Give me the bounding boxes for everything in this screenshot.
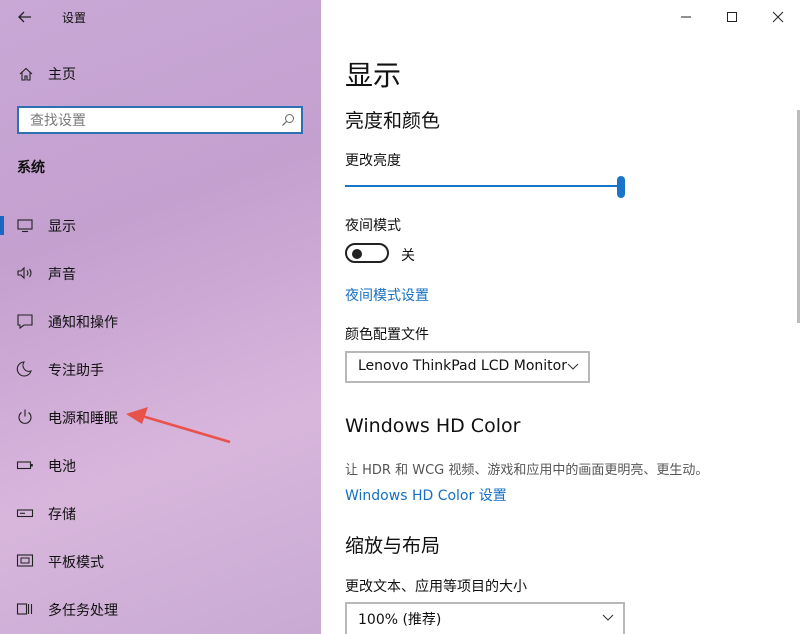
brightness-label: 更改亮度	[345, 153, 401, 169]
app-title: 设置	[62, 11, 87, 25]
color-profile-value: Lenovo ThinkPad LCD Monitor	[358, 358, 567, 374]
hd-color-description: 让 HDR 和 WCG 视频、游戏和应用中的画面更明亮、更生动。	[345, 463, 709, 478]
speaker-icon	[17, 266, 32, 280]
battery-icon	[16, 461, 33, 470]
sidebar-item-label: 显示	[48, 219, 76, 235]
maximize-icon	[727, 12, 737, 22]
color-profile-label: 颜色配置文件	[345, 327, 429, 343]
search-input[interactable]	[28, 112, 272, 130]
sidebar-item-sound[interactable]: 声音	[0, 255, 321, 291]
scale-layout-section-title: 缩放与布局	[345, 535, 441, 557]
annotation-arrow-icon	[126, 407, 231, 444]
tablet-icon	[16, 554, 34, 567]
sidebar-item-focus-assist[interactable]: 专注助手	[0, 351, 321, 387]
section-title: 系统	[17, 160, 45, 176]
sidebar-item-battery[interactable]: 电池	[0, 447, 321, 483]
sidebar-item-label: 多任务处理	[48, 603, 118, 619]
sidebar-item-label: 专注助手	[48, 363, 104, 379]
moon-icon	[16, 361, 32, 377]
toggle-knob	[352, 249, 362, 259]
hd-color-settings-link[interactable]: Windows HD Color 设置	[345, 485, 507, 505]
night-mode-toggle[interactable]	[345, 243, 389, 263]
sidebar-item-label: 通知和操作	[48, 315, 118, 331]
close-icon	[772, 11, 784, 23]
brightness-section-title: 亮度和颜色	[345, 110, 441, 132]
home-icon	[19, 67, 33, 81]
sidebar-item-notifications[interactable]: 通知和操作	[0, 303, 321, 339]
color-profile-dropdown[interactable]: Lenovo ThinkPad LCD Monitor	[345, 351, 590, 383]
minimize-button[interactable]	[671, 4, 701, 30]
close-button[interactable]	[763, 4, 793, 30]
power-icon	[18, 409, 32, 424]
sidebar-item-storage[interactable]: 存储	[0, 495, 321, 531]
search-icon[interactable]	[281, 113, 295, 127]
brightness-slider-thumb[interactable]	[617, 176, 625, 198]
home-label: 主页	[48, 67, 76, 83]
sidebar-item-label: 声音	[48, 267, 76, 283]
display-icon	[17, 219, 33, 233]
home-link[interactable]: 主页	[18, 62, 76, 86]
scrollbar[interactable]	[797, 110, 800, 323]
sidebar: 设置 主页 系统 显示 声音 通知和操作	[0, 0, 321, 634]
hd-color-title: Windows HD Color	[345, 415, 521, 437]
notification-icon	[17, 314, 33, 330]
night-mode-settings-link[interactable]: 夜间模式设置	[345, 285, 429, 305]
brightness-slider-track[interactable]	[345, 185, 622, 187]
maximize-button[interactable]	[717, 4, 747, 30]
sidebar-item-label: 电池	[48, 459, 76, 475]
sidebar-item-label: 平板模式	[48, 555, 104, 571]
page-title: 显示	[345, 59, 402, 92]
sidebar-item-multitasking[interactable]: 多任务处理	[0, 591, 321, 627]
storage-icon	[16, 509, 34, 518]
minimize-icon	[681, 16, 691, 18]
sidebar-item-tablet-mode[interactable]: 平板模式	[0, 543, 321, 579]
scale-label: 更改文本、应用等项目的大小	[345, 579, 527, 595]
sidebar-item-display[interactable]: 显示	[0, 207, 321, 243]
scale-dropdown[interactable]: 100% (推荐)	[345, 602, 625, 634]
night-mode-state: 关	[401, 248, 415, 264]
sidebar-item-label: 存储	[48, 507, 76, 523]
search-box[interactable]	[17, 106, 303, 134]
scale-value: 100% (推荐)	[358, 612, 442, 628]
sidebar-item-label: 电源和睡眠	[48, 411, 118, 427]
back-button[interactable]	[14, 6, 38, 28]
chevron-down-icon	[567, 363, 579, 370]
multitask-icon	[16, 603, 33, 615]
night-mode-label: 夜间模式	[345, 218, 401, 234]
chevron-down-icon	[602, 614, 614, 621]
back-arrow-icon	[18, 11, 31, 23]
